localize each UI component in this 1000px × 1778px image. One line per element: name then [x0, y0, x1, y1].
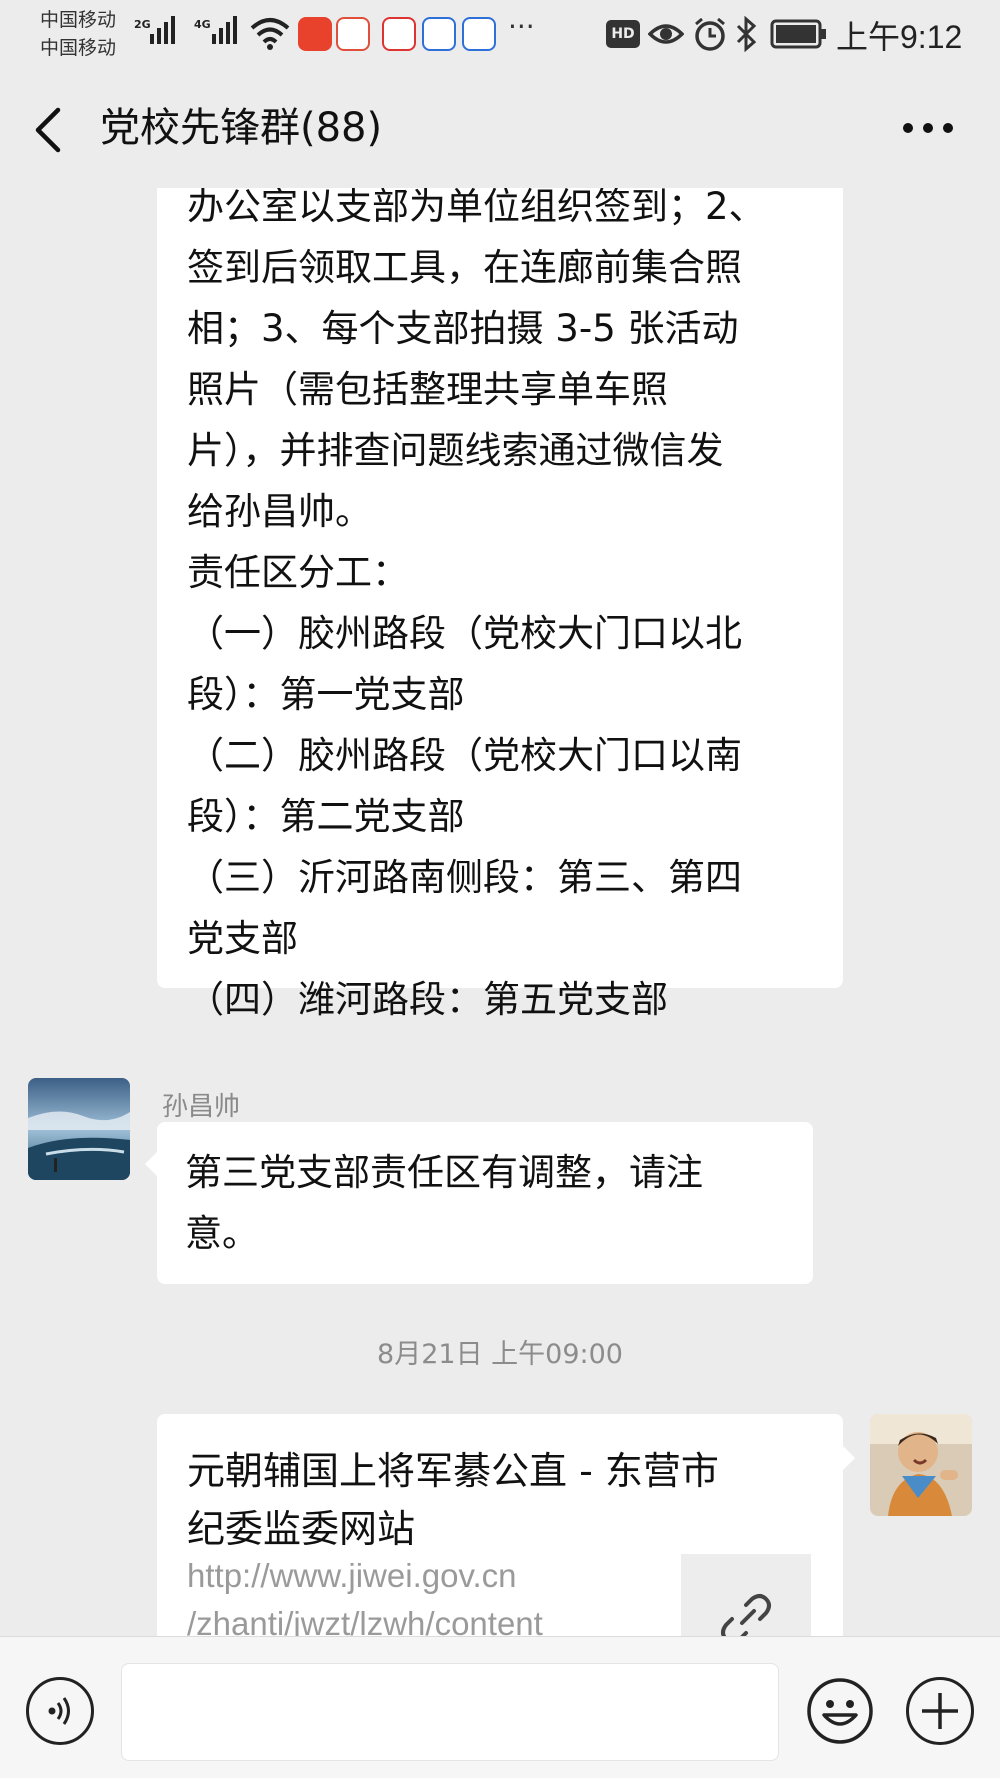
status-bar: 中国移动 中国移动 2G 4G ··· HD 上午9:12 [0, 0, 1000, 70]
battery-icon [770, 19, 826, 49]
message-bubble[interactable]: 第三党支部责任区有调整，请注 意。 [145, 1122, 813, 1284]
alarm-icon [695, 17, 725, 51]
plus-icon [922, 1693, 958, 1729]
network-4g: 4G [194, 18, 211, 31]
plus-button[interactable] [906, 1677, 974, 1745]
message-list[interactable]: 办公室以支部为单位组织签到；2、 签到后领取工具，在连廊前集合照 相；3、每个支… [0, 188, 1000, 1636]
sender-name: 孙昌帅 [162, 1092, 241, 1122]
message-bubble[interactable]: 办公室以支部为单位组织签到；2、 签到后领取工具，在连廊前集合照 相；3、每个支… [157, 188, 843, 1021]
hd-badge: HD [606, 20, 640, 48]
wifi-icon [250, 18, 290, 50]
carrier-labels: 中国移动 中国移动 [40, 6, 116, 62]
network-2g: 2G [134, 18, 151, 31]
carrier-1: 中国移动 [40, 9, 117, 31]
link-card[interactable]: 元朝辅国上将军綦公直 - 东营市 纪委监委网站 http://www.jiwei… [157, 1414, 855, 1636]
link-thumbnail [681, 1554, 811, 1636]
message-text: 第三党支部责任区有调整，请注 意。 [185, 1151, 703, 1255]
app-icon [336, 17, 370, 51]
app-icon [462, 17, 496, 51]
clock: 上午9:12 [836, 19, 963, 55]
chat-title: 党校先锋群(88) [100, 105, 383, 151]
timestamp: 8月21日 上午09:00 [377, 1339, 623, 1370]
back-arrow-icon[interactable] [28, 104, 68, 156]
emoji-icon[interactable] [806, 1677, 874, 1745]
bluetooth-icon [736, 16, 757, 52]
eye-icon [648, 24, 684, 44]
more-icon[interactable] [900, 118, 956, 138]
avatar[interactable] [28, 1078, 130, 1180]
signal-icon [212, 14, 237, 44]
carrier-2: 中国移动 [40, 37, 117, 59]
message-text: 办公室以支部为单位组织签到；2、 签到后领取工具，在连廊前集合照 相；3、每个支… [187, 188, 766, 1021]
link-title: 元朝辅国上将军綦公直 - 东营市 纪委监委网站 [187, 1449, 719, 1551]
chat-header: 党校先锋群(88) [0, 70, 1000, 188]
signal-icon [150, 14, 175, 44]
link-icon [721, 1594, 771, 1636]
app-icon [422, 17, 456, 51]
more-notifications-icon: ··· [508, 10, 535, 43]
voice-icon [48, 1697, 70, 1725]
message-input[interactable] [121, 1663, 779, 1761]
input-bar [0, 1636, 1000, 1778]
app-icon [382, 17, 416, 51]
voice-button[interactable] [26, 1677, 94, 1745]
app-icon [298, 17, 332, 51]
link-url: http://www.jiwei.gov.cn /zhanti/jwzt/lzw… [187, 1557, 543, 1636]
self-avatar[interactable] [870, 1414, 972, 1516]
